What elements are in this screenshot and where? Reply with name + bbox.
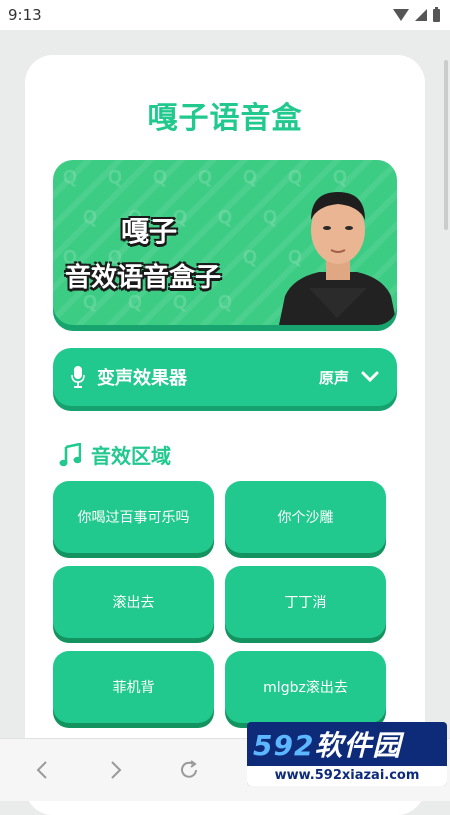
sound-button[interactable]: mlgbz滚出去 — [225, 651, 386, 723]
status-icons — [393, 6, 440, 22]
chevron-down-icon — [361, 371, 379, 383]
watermark-url: www.592xiazai.com — [247, 766, 447, 786]
voice-changer-value: 原声 — [318, 368, 349, 387]
sound-button[interactable]: 你喝过百事可乐吗 — [53, 481, 214, 553]
sound-button[interactable]: 滚出去 — [53, 566, 214, 638]
banner-title: 嘎子 — [121, 215, 178, 248]
voice-changer-dropdown[interactable]: 变声效果器 原声 — [53, 348, 397, 406]
sound-button[interactable]: 你个沙雕 — [225, 481, 386, 553]
watermark-brand: 592软件园 — [253, 729, 402, 762]
voice-changer-label: 变声效果器 — [97, 368, 187, 389]
status-bar: 9:13 — [0, 0, 450, 30]
wifi-icon — [393, 9, 409, 21]
battery-icon — [433, 6, 440, 22]
banner: ꞯꞯꞯꞯꞯꞯꞯ ꞯꞯꞯꞯꞯ ꞯꞯꞯꞯ ꞯꞯꞯꞯ 嘎子 音效语音盒子 — [53, 160, 397, 325]
status-time: 9:13 — [8, 6, 42, 24]
app-title: 嘎子语音盒 — [147, 101, 303, 136]
mic-icon — [71, 366, 85, 388]
main-card: 嘎子语音盒 ꞯꞯꞯꞯꞯꞯꞯ ꞯꞯꞯꞯꞯ ꞯꞯꞯꞯ ꞯꞯꞯꞯ 嘎子 音效语音盒子 — [25, 55, 425, 815]
back-icon[interactable] — [32, 759, 54, 781]
section-header: 音效区域 — [59, 440, 171, 469]
sound-button[interactable]: 菲机背 — [53, 651, 214, 723]
section-title: 音效区域 — [91, 444, 171, 468]
sound-button[interactable]: 丁丁消 — [225, 566, 386, 638]
music-note-icon — [59, 442, 81, 466]
forward-icon[interactable] — [104, 759, 126, 781]
avatar — [279, 192, 397, 325]
signal-icon — [415, 9, 427, 21]
scrollbar[interactable] — [444, 60, 448, 230]
banner-subtitle: 音效语音盒子 — [65, 263, 222, 293]
refresh-icon[interactable] — [178, 759, 200, 781]
watermark-logo: 592软件园 www.592xiazai.com — [247, 722, 447, 786]
